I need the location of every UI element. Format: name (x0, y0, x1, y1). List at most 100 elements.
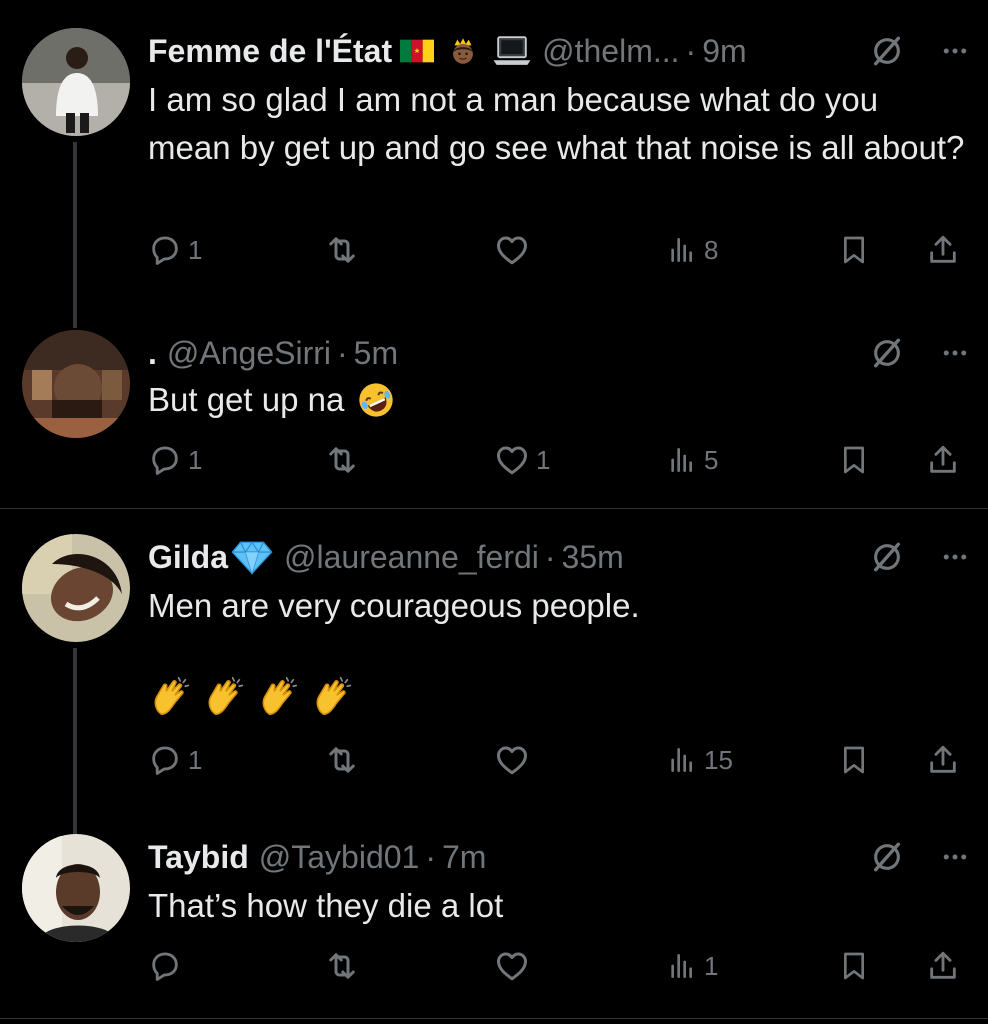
bookmark-icon (838, 444, 870, 476)
like-icon (494, 742, 530, 778)
tweet-text: That’s how they die a lot (148, 887, 504, 924)
reply-icon (148, 949, 182, 983)
bookmark-icon (838, 744, 870, 776)
share-icon (926, 233, 960, 267)
share-icon (926, 443, 960, 477)
like-button[interactable] (494, 946, 530, 986)
gem-icon (230, 539, 274, 575)
more-icon[interactable] (940, 36, 970, 66)
separator-dot: · (425, 838, 436, 875)
tweet-top-actions (870, 834, 970, 880)
avatar[interactable] (22, 834, 130, 942)
more-icon[interactable] (940, 842, 970, 872)
bookmark-button[interactable] (838, 230, 870, 270)
views-count: 1 (704, 950, 719, 981)
views-button[interactable]: 15 (666, 740, 733, 780)
views-icon (666, 950, 698, 982)
like-button[interactable]: 1 (494, 440, 550, 480)
handle[interactable]: @laureanne_ferdi (284, 539, 539, 576)
avatar[interactable] (22, 534, 130, 642)
tweet-top-actions (870, 330, 970, 376)
tweet-header: Taybid @Taybid01 · 7m (148, 834, 486, 880)
timestamp[interactable]: 7m (442, 839, 486, 876)
reply-button[interactable]: 1 (148, 740, 202, 780)
views-button[interactable]: 5 (666, 440, 718, 480)
tweet-text: I am so glad I am not a man because what… (148, 81, 965, 166)
reply-icon (148, 743, 182, 777)
clapping-hands-icon (256, 674, 302, 720)
thread-line (73, 648, 77, 834)
share-button[interactable] (926, 946, 960, 986)
views-icon (666, 234, 698, 266)
display-name[interactable]: Gilda (148, 539, 228, 576)
handle[interactable]: @thelm... (542, 33, 679, 70)
retweet-button[interactable] (324, 440, 360, 480)
retweet-button[interactable] (324, 230, 360, 270)
handle[interactable]: @AngeSirri (167, 335, 331, 372)
bookmark-button[interactable] (838, 440, 870, 480)
retweet-icon (324, 232, 360, 268)
reply-button[interactable] (148, 946, 182, 986)
display-name[interactable]: . (148, 335, 157, 372)
reply-icon (148, 443, 182, 477)
more-icon[interactable] (940, 338, 970, 368)
avatar[interactable] (22, 330, 130, 438)
grok-icon[interactable] (870, 840, 904, 874)
grok-icon[interactable] (870, 540, 904, 574)
like-count: 1 (536, 444, 551, 475)
bookmark-icon (838, 950, 870, 982)
display-name[interactable]: Taybid (148, 839, 249, 876)
clapping-hands-icon (310, 674, 356, 720)
tweet-header: . @AngeSirri · 5m (148, 330, 398, 376)
tweet-actions: 1 1 5 (148, 440, 968, 480)
clapping-hands-icon (148, 674, 194, 720)
tweet-text-row: But get up na (148, 376, 968, 424)
share-button[interactable] (926, 740, 960, 780)
tweet[interactable]: Gilda @laureanne_ferdi · 35m Men are ver… (0, 534, 988, 834)
separator-dot: · (544, 538, 556, 575)
reply-icon (148, 233, 182, 267)
share-button[interactable] (926, 230, 960, 270)
avatar[interactable] (22, 28, 130, 136)
separator-dot: · (685, 32, 697, 69)
views-button[interactable]: 1 (666, 946, 718, 986)
share-button[interactable] (926, 440, 960, 480)
rolling-laughing-face-icon (356, 380, 396, 420)
flag-cameroon-icon (400, 38, 435, 64)
reply-button[interactable]: 1 (148, 230, 202, 270)
grok-icon[interactable] (870, 336, 904, 370)
views-count: 8 (704, 234, 719, 265)
bookmark-button[interactable] (838, 946, 870, 986)
retweet-button[interactable] (324, 740, 360, 780)
timestamp[interactable]: 5m (354, 335, 398, 372)
laptop-icon (492, 34, 532, 68)
princess-crown-icon (446, 34, 480, 68)
tweet-text: Men are very courageous people. (148, 587, 640, 624)
retweet-icon (324, 948, 360, 984)
tweet[interactable]: . @AngeSirri · 5m But get up na 1 1 5 (0, 330, 988, 500)
more-icon[interactable] (940, 542, 970, 572)
tweet[interactable]: Femme de l'État @thelm... · 9m I am so g… (0, 28, 988, 328)
like-button[interactable] (494, 740, 530, 780)
bookmark-button[interactable] (838, 740, 870, 780)
like-button[interactable] (494, 230, 530, 270)
handle[interactable]: @Taybid01 (259, 839, 420, 876)
reply-button[interactable]: 1 (148, 440, 202, 480)
views-button[interactable]: 8 (666, 230, 718, 270)
share-icon (926, 949, 960, 983)
tweet-text: But get up na (148, 381, 345, 418)
like-icon (494, 232, 530, 268)
tweet-header: Femme de l'État @thelm... · 9m (148, 28, 747, 74)
timestamp[interactable]: 35m (562, 539, 624, 576)
retweet-icon (324, 442, 360, 478)
tweet-actions: 1 (148, 946, 968, 986)
like-icon (494, 442, 530, 478)
timestamp[interactable]: 9m (702, 33, 746, 70)
grok-icon[interactable] (870, 34, 904, 68)
reply-count: 1 (188, 444, 203, 475)
retweet-icon (324, 742, 360, 778)
display-name[interactable]: Femme de l'État (148, 33, 392, 70)
tweet[interactable]: Taybid @Taybid01 · 7m That’s how they di… (0, 834, 988, 1004)
reply-count: 1 (188, 234, 203, 265)
retweet-button[interactable] (324, 946, 360, 986)
